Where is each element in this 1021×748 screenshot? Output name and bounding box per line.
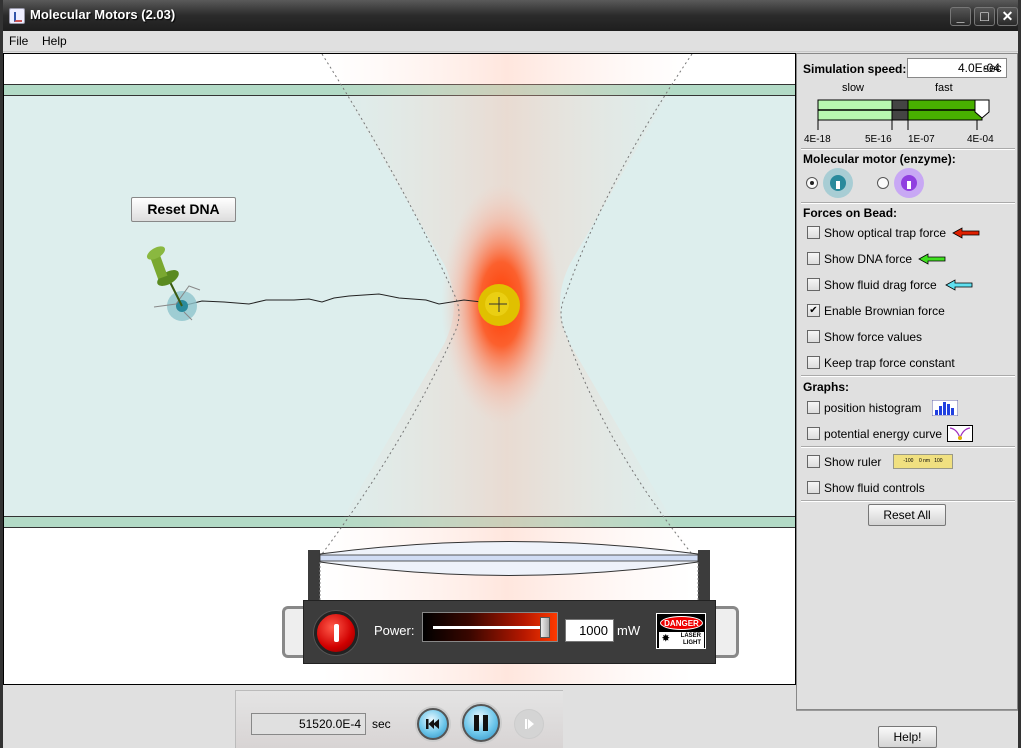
enable-brownian-force-checkbox[interactable]: ✔ [807, 304, 820, 317]
energy-curve-icon [947, 425, 973, 442]
green-arrow-icon [918, 253, 946, 265]
show-fluid-controls-checkbox[interactable] [807, 481, 820, 494]
rewind-button[interactable] [417, 708, 449, 740]
reset-all-button[interactable]: Reset All [868, 504, 946, 526]
separator [801, 375, 1015, 377]
top-glass-slide [4, 84, 795, 96]
time-unit: sec [372, 717, 391, 731]
speed-tick-3: 1E-07 [908, 134, 935, 145]
pause-icon [474, 715, 488, 731]
close-button[interactable]: ✕ [997, 7, 1018, 26]
rewind-icon [426, 719, 439, 729]
molecular-motor-title: Molecular motor (enzyme): [803, 152, 956, 166]
laser-light-label: ✸ LASER LIGHT [659, 632, 704, 648]
show-fluid-drag-force-checkbox[interactable] [807, 278, 820, 291]
show-ruler-checkbox[interactable] [807, 455, 820, 468]
separator [796, 710, 1018, 711]
enzyme-a-radio[interactable] [806, 177, 818, 189]
simulation-time-display: 51520.0E-4 [251, 713, 366, 735]
java-app-icon [9, 8, 25, 24]
separator [801, 148, 1015, 150]
laser-star-icon: ✸ [662, 633, 670, 643]
keep-trap-force-constant-checkbox[interactable] [807, 356, 820, 369]
menu-file[interactable]: File [9, 34, 28, 48]
danger-label: DANGER [660, 616, 703, 630]
separator [801, 446, 1015, 448]
step-button[interactable] [514, 709, 544, 739]
bottom-glass-slide [4, 516, 795, 528]
slow-label: slow [842, 82, 865, 94]
show-force-values-checkbox[interactable] [807, 330, 820, 343]
fluid-chamber [4, 96, 795, 518]
step-icon [525, 719, 534, 729]
laser-control-panel: Power: 1000 mW DANGER ✸ LASER LIGHT [303, 600, 716, 664]
fast-label: fast [935, 82, 953, 94]
simulation-canvas: Reset DNA Power: 1000 mW DANGER ✸ LASER … [3, 53, 796, 685]
position-histogram-checkbox[interactable] [807, 401, 820, 414]
speed-tick-4: 4E-04 [967, 134, 994, 145]
speed-tick-1: 4E-18 [804, 134, 831, 145]
speed-tick-2: 5E-16 [865, 134, 892, 145]
power-slider[interactable] [422, 612, 558, 642]
reset-dna-button[interactable]: Reset DNA [131, 197, 236, 222]
laser-power-button[interactable] [314, 611, 358, 655]
ruler-icon: -100 0 nm 100 [893, 454, 953, 469]
pause-button[interactable] [462, 704, 500, 742]
forces-title: Forces on Bead: [803, 206, 898, 220]
separator [801, 500, 1015, 502]
danger-laser-sign: DANGER ✸ LASER LIGHT [656, 613, 706, 649]
show-optical-trap-force-checkbox[interactable] [807, 226, 820, 239]
cyan-arrow-icon [945, 279, 973, 291]
clock-control-panel: 51520.0E-4 sec [235, 690, 563, 748]
power-label: Power: [374, 623, 415, 638]
power-slider-knob[interactable] [540, 617, 550, 638]
separator [801, 202, 1015, 204]
maximize-button[interactable]: □ [974, 7, 995, 26]
simulation-speed-label: Simulation speed: [803, 62, 907, 76]
window-title: Molecular Motors (2.03) [30, 7, 176, 22]
enzyme-b-radio[interactable] [877, 177, 889, 189]
power-unit: mW [617, 623, 641, 638]
menu-help[interactable]: Help [42, 34, 67, 48]
potential-energy-curve-checkbox[interactable] [807, 427, 820, 440]
title-bar: Molecular Motors (2.03) _ □ ✕ [0, 0, 1021, 31]
menu-bar: File Help [3, 31, 1018, 52]
help-button[interactable]: Help! [878, 726, 937, 748]
objective-lens [308, 541, 710, 600]
power-slider-track [433, 626, 545, 629]
red-arrow-icon [952, 227, 980, 239]
simulation-speed-unit: sec [983, 61, 1002, 75]
enzyme-b-icon[interactable] [894, 168, 924, 198]
enzyme-a-icon[interactable] [823, 168, 853, 198]
minimize-button[interactable]: _ [950, 7, 971, 26]
graphs-title: Graphs: [803, 380, 850, 394]
show-dna-force-checkbox[interactable] [807, 252, 820, 265]
control-panel: Simulation speed: 4.0E-04 sec slow fast … [796, 53, 1018, 710]
histogram-icon [932, 400, 958, 416]
power-input[interactable]: 1000 [565, 619, 614, 642]
